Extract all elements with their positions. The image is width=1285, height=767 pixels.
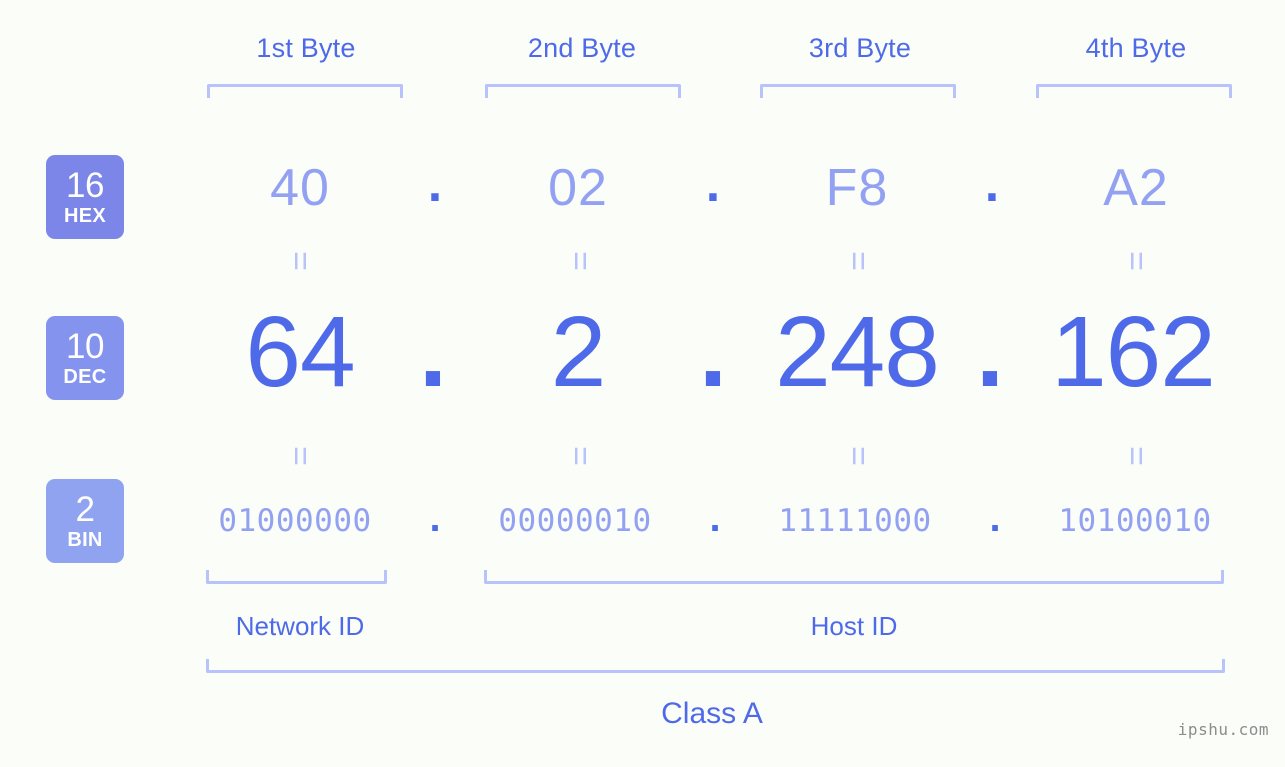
byte-header-2: 2nd Byte	[527, 33, 637, 63]
byte-header-3: 3rd Byte	[808, 33, 912, 63]
bin-octet-3: 11111000	[778, 503, 932, 539]
equals-icon-hex-dec-1: =	[281, 251, 319, 271]
base-badge-dec-number: 10	[66, 327, 104, 366]
host-id-label: Host ID	[810, 611, 898, 641]
hex-octet-1: 40	[270, 159, 330, 217]
equals-icon-dec-bin-2: =	[561, 446, 599, 466]
bin-octet-2: 00000010	[498, 503, 652, 539]
equals-icon-hex-dec-2: =	[561, 251, 599, 271]
class-bracket	[206, 659, 1225, 673]
byte-header-4: 4th Byte	[1085, 33, 1187, 63]
base-badge-hex: 16 HEX	[46, 155, 124, 239]
base-badge-dec: 10 DEC	[46, 316, 124, 400]
equals-icon-hex-dec-4: =	[1117, 251, 1155, 271]
hex-octet-2: 02	[548, 159, 608, 217]
equals-icon-dec-bin-3: =	[839, 446, 877, 466]
equals-icon-dec-bin-4: =	[1117, 446, 1155, 466]
byte-bracket-2	[485, 84, 681, 98]
base-badge-bin-label: BIN	[67, 529, 103, 551]
byte-bracket-3	[760, 84, 956, 98]
class-label: Class A	[661, 697, 763, 730]
byte-bracket-1	[207, 84, 403, 98]
byte-header-1: 1st Byte	[256, 33, 356, 63]
host-id-bracket	[484, 570, 1224, 584]
dec-octet-3: 248	[775, 296, 940, 408]
network-id-bracket	[206, 570, 387, 584]
network-id-label: Network ID	[235, 611, 365, 641]
equals-icon-dec-bin-1: =	[281, 446, 319, 466]
base-badge-bin-number: 2	[75, 490, 95, 529]
watermark: ipshu.com	[1177, 720, 1269, 739]
equals-icon-hex-dec-3: =	[839, 251, 877, 271]
base-badge-bin: 2 BIN	[46, 479, 124, 563]
dec-octet-1: 64	[245, 296, 355, 408]
base-badge-hex-label: HEX	[63, 205, 107, 227]
hex-octet-4: A2	[1103, 159, 1169, 217]
ip-address-breakdown-diagram: 1st Byte 2nd Byte 3rd Byte 4th Byte 16 H…	[0, 0, 1285, 767]
dec-octet-4: 162	[1051, 296, 1216, 408]
hex-octet-3: F8	[825, 159, 889, 217]
byte-bracket-4	[1036, 84, 1232, 98]
bin-octet-4: 10100010	[1058, 503, 1212, 539]
dec-octet-2: 2	[550, 296, 607, 408]
base-badge-hex-number: 16	[66, 166, 104, 205]
base-badge-dec-label: DEC	[63, 366, 107, 388]
bin-octet-1: 01000000	[218, 503, 372, 539]
